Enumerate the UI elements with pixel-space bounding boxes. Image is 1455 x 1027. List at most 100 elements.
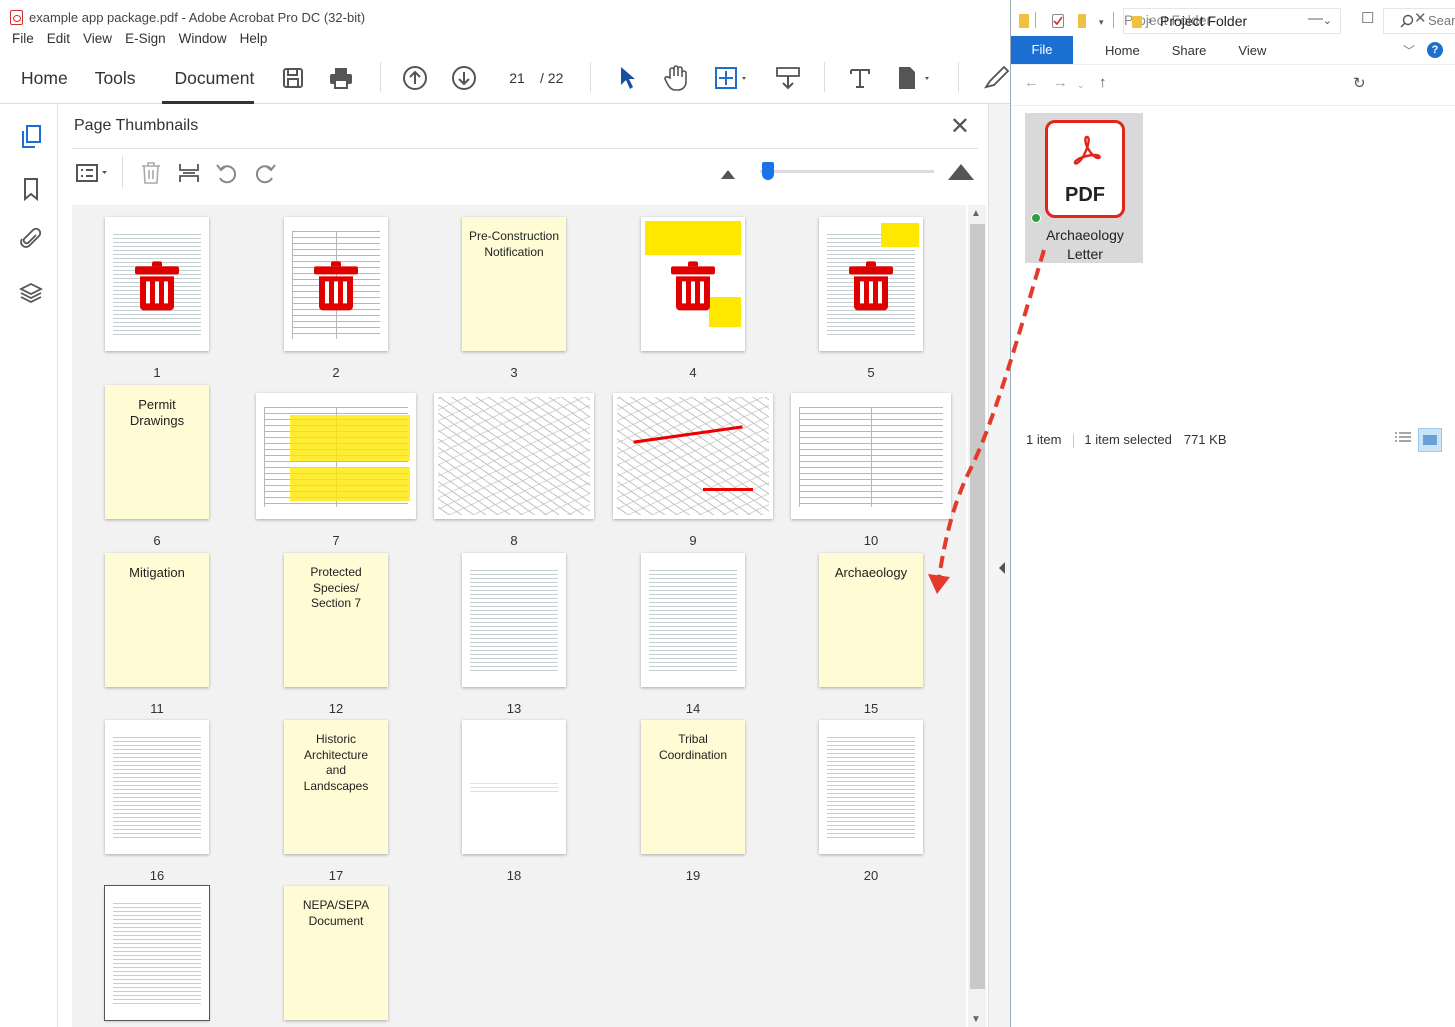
menu-view[interactable]: View — [83, 31, 112, 51]
thumbnail-page[interactable] — [256, 393, 416, 519]
thumbnail-size-slider[interactable] — [760, 170, 934, 173]
page-thumbnail[interactable]: 8 — [434, 393, 594, 548]
forward-arrow-icon[interactable]: → — [1053, 74, 1068, 91]
page-thumbnail[interactable]: 18 — [462, 720, 566, 883]
recent-locations-icon[interactable]: ⌄ — [1077, 80, 1085, 91]
page-thumbnails-icon[interactable] — [18, 124, 44, 150]
layers-icon[interactable] — [18, 280, 44, 306]
thumbnail-page[interactable] — [613, 393, 773, 519]
select-cursor-icon[interactable] — [614, 64, 642, 92]
page-thumbnail[interactable]: Mitigation 11 — [105, 553, 209, 716]
page-thumbnail[interactable]: 10 — [791, 393, 951, 548]
scroll-mode-icon[interactable] — [774, 64, 802, 92]
attachment-icon[interactable] — [18, 226, 44, 252]
thumbnail-page[interactable] — [819, 217, 923, 351]
ribbon-file-tab[interactable]: File — [1011, 36, 1073, 64]
page-thumbnail[interactable]: Archaeology 15 — [819, 553, 923, 716]
next-page-icon[interactable] — [450, 64, 478, 92]
page-thumbnail[interactable]: 7 — [256, 393, 416, 548]
details-view-icon[interactable] — [1394, 430, 1416, 450]
menu-help[interactable]: Help — [240, 31, 268, 51]
thumbnail-page[interactable] — [462, 720, 566, 854]
close-panel-icon[interactable]: ✕ — [950, 112, 970, 141]
properties-checkbox-icon[interactable] — [1052, 14, 1064, 28]
ribbon-home-tab[interactable]: Home — [1105, 43, 1140, 58]
rotate-counterclockwise-icon[interactable] — [214, 160, 240, 186]
address-bar[interactable]: › Project Folder ⌄ — [1123, 8, 1341, 34]
tab-tools[interactable]: Tools — [81, 52, 149, 104]
thumbnail-page[interactable] — [104, 885, 210, 1021]
quick-access-folder-icon[interactable] — [1019, 14, 1029, 28]
thumbnail-page[interactable]: Protected Species/Section 7 — [284, 553, 388, 687]
search-input[interactable]: Search Project Folder — [1383, 8, 1455, 34]
previous-page-icon[interactable] — [401, 64, 429, 92]
thumbnail-page[interactable]: Historic Architecture and Landscapes — [284, 720, 388, 854]
thumbnail-page[interactable]: Permit Drawings — [105, 385, 209, 519]
scrollbar-thumb[interactable] — [970, 224, 985, 989]
back-arrow-icon[interactable]: ← — [1024, 74, 1039, 91]
page-options-icon[interactable] — [895, 64, 935, 92]
page-thumbnail[interactable]: 4 — [641, 217, 745, 380]
page-thumbnail[interactable]: Historic Architecture and Landscapes 17 — [284, 720, 388, 883]
thumbnail-page[interactable] — [434, 393, 594, 519]
slider-handle[interactable] — [762, 162, 774, 180]
address-dropdown-icon[interactable]: ⌄ — [1323, 9, 1332, 33]
save-icon[interactable] — [279, 64, 307, 92]
current-page-input[interactable]: 21 — [500, 66, 534, 90]
thumbnail-page[interactable]: Pre-Construction Notification — [462, 217, 566, 351]
page-thumbnail[interactable]: Permit Drawings 6 — [105, 385, 209, 548]
bookmark-icon[interactable] — [18, 176, 44, 202]
zoom-fit-icon[interactable] — [712, 64, 752, 92]
menu-esign[interactable]: E-Sign — [125, 31, 166, 51]
pen-icon[interactable] — [981, 64, 1010, 92]
page-thumbnail[interactable]: 20 — [819, 720, 923, 883]
customize-dropdown-icon[interactable]: ▾ — [1099, 17, 1104, 28]
help-icon[interactable]: ? — [1427, 42, 1443, 58]
zoom-out-mountain-icon[interactable] — [721, 170, 735, 179]
thumbnail-page[interactable] — [641, 217, 745, 351]
page-thumbnail[interactable]: Tribal Coordination 19 — [641, 720, 745, 883]
page-thumbnail[interactable]: 9 — [613, 393, 773, 548]
options-menu-icon[interactable] — [74, 160, 112, 186]
scroll-down-arrow-icon[interactable]: ▼ — [971, 1014, 981, 1025]
page-thumbnail[interactable]: Pre-Construction Notification 3 — [462, 217, 566, 380]
ribbon-share-tab[interactable]: Share — [1172, 43, 1207, 58]
menu-file[interactable]: File — [12, 31, 34, 51]
page-thumbnail[interactable] — [104, 885, 210, 1021]
page-thumbnail[interactable]: Protected Species/Section 7 12 — [284, 553, 388, 716]
thumbnail-page[interactable]: Tribal Coordination — [641, 720, 745, 854]
add-text-icon[interactable] — [846, 64, 874, 92]
thumbnail-page[interactable] — [284, 217, 388, 351]
menu-window[interactable]: Window — [179, 31, 227, 51]
page-thumbnail[interactable]: 2 — [284, 217, 388, 380]
thumbnail-page[interactable] — [641, 553, 745, 687]
print-icon[interactable] — [327, 64, 355, 92]
up-arrow-icon[interactable]: ↑ — [1099, 74, 1107, 91]
menu-edit[interactable]: Edit — [47, 31, 70, 51]
maximize-icon[interactable]: ☐ — [1361, 9, 1374, 27]
thumbnail-page[interactable] — [791, 393, 951, 519]
thumbnail-page[interactable]: Archaeology — [819, 553, 923, 687]
collapse-pane-arrow-icon[interactable] — [999, 562, 1005, 574]
thumbnail-page[interactable]: Mitigation — [105, 553, 209, 687]
ribbon-view-tab[interactable]: View — [1238, 43, 1266, 58]
thumbnail-page[interactable] — [819, 720, 923, 854]
tab-home[interactable]: Home — [0, 52, 81, 104]
hand-tool-icon[interactable] — [662, 64, 690, 92]
insert-page-icon[interactable] — [176, 160, 202, 186]
thumbnail-page[interactable] — [105, 720, 209, 854]
page-thumbnail[interactable]: 1 — [105, 217, 209, 380]
page-thumbnail[interactable]: 5 — [819, 217, 923, 380]
page-thumbnail[interactable]: 13 — [462, 553, 566, 716]
refresh-icon[interactable]: ↻ — [1353, 74, 1366, 92]
new-folder-icon[interactable] — [1078, 14, 1086, 28]
page-thumbnail[interactable]: NEPA/SEPA Document — [284, 886, 388, 1020]
scroll-up-arrow-icon[interactable]: ▲ — [971, 208, 981, 219]
zoom-in-mountain-icon[interactable] — [948, 164, 974, 180]
large-icons-view-icon[interactable] — [1418, 428, 1442, 452]
tab-document[interactable]: Document — [149, 52, 268, 104]
page-thumbnail[interactable]: 14 — [641, 553, 745, 716]
expand-ribbon-chevron-icon[interactable]: ﹀ — [1403, 42, 1415, 59]
rotate-clockwise-icon[interactable] — [252, 160, 278, 186]
page-thumbnail[interactable]: 16 — [105, 720, 209, 883]
